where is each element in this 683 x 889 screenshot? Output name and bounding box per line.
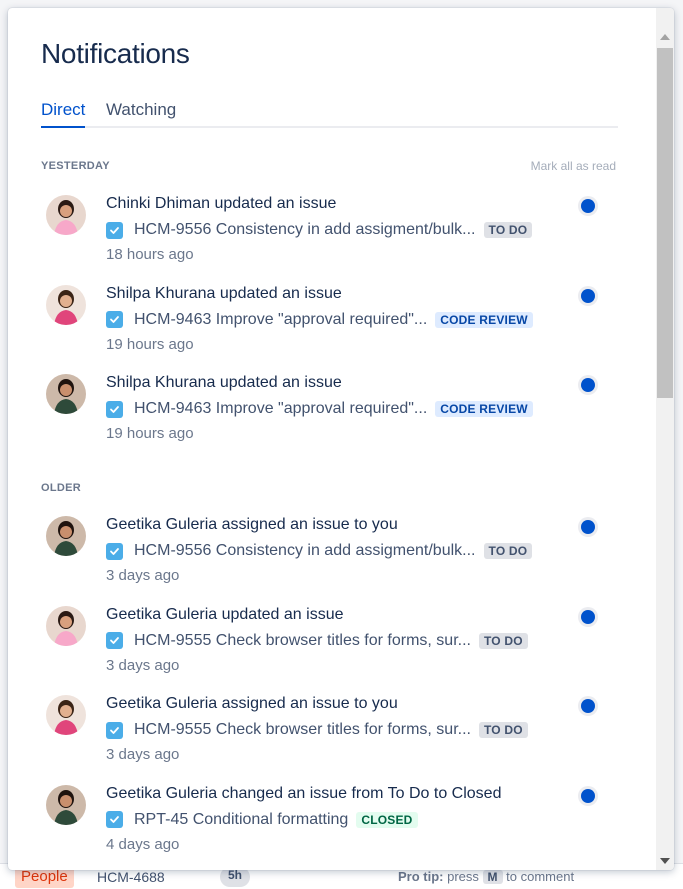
page-title: Notifications <box>41 38 190 69</box>
checkbox-icon <box>106 811 123 828</box>
notification-tabs: Direct Watching <box>41 98 618 128</box>
unread-dot-icon[interactable] <box>581 199 595 213</box>
notification-title[interactable]: Geetika Guleria assigned an issue to you <box>106 695 398 713</box>
notification-time: 3 days ago <box>106 656 180 674</box>
unread-dot-icon[interactable] <box>581 520 595 534</box>
section-label-yesterday: YESTERDAY <box>41 160 110 172</box>
unread-dot-icon[interactable] <box>581 609 595 624</box>
avatar-icon[interactable] <box>46 284 86 325</box>
notification-issue-line[interactable]: HCM-9556 Consistency in add assigment/bu… <box>106 220 533 240</box>
issue-summary[interactable]: HCM-9463 Improve "approval required"... <box>134 400 427 418</box>
avatar-icon[interactable] <box>46 195 86 235</box>
avatar-icon[interactable] <box>46 695 86 735</box>
unread-dot-icon[interactable] <box>581 378 595 392</box>
issue-summary[interactable]: HCM-9556 Consistency in add assigment/bu… <box>134 221 476 239</box>
avatar-icon[interactable] <box>46 605 86 646</box>
notification-title[interactable]: Chinki Dhiman updated an issue <box>106 195 336 213</box>
notification-issue-line[interactable]: HCM-9555 Check browser titles for forms,… <box>106 631 528 651</box>
avatar-icon[interactable] <box>46 516 86 556</box>
notification-item[interactable]: Chinki Dhiman updated an issue HCM-9556 C… <box>8 195 656 275</box>
notification-title[interactable]: Geetika Guleria changed an issue from To… <box>106 785 501 803</box>
checkbox-icon <box>106 632 123 649</box>
issue-summary[interactable]: RPT-45 Conditional formatting <box>134 811 348 829</box>
issue-summary[interactable]: HCM-9555 Check browser titles for forms,… <box>134 632 471 650</box>
notification-issue-line[interactable]: HCM-9555 Check browser titles for forms,… <box>106 720 528 740</box>
issue-summary[interactable]: HCM-9555 Check browser titles for forms,… <box>134 721 471 739</box>
notification-time: 3 days ago <box>106 567 180 584</box>
issue-summary[interactable]: HCM-9463 Improve "approval required"... <box>134 311 427 329</box>
checkbox-icon <box>106 400 123 418</box>
status-badge: TO DO <box>483 543 533 559</box>
issue-summary[interactable]: HCM-9556 Consistency in add assigment/bu… <box>134 542 476 560</box>
tab-watching[interactable]: Watching <box>106 100 176 128</box>
mark-all-read-link[interactable]: Mark all as read <box>531 159 616 173</box>
notification-time: 18 hours ago <box>106 246 194 263</box>
avatar-icon[interactable] <box>46 374 86 414</box>
notification-item[interactable]: Geetika Guleria assigned an issue to you… <box>8 516 656 596</box>
pro-tip: Pro tip: press M to comment <box>398 869 574 884</box>
pro-tip-pre: press <box>447 869 479 884</box>
notification-title[interactable]: Geetika Guleria updated an issue <box>106 606 343 624</box>
notification-time: 19 hours ago <box>106 335 194 353</box>
unread-dot-icon[interactable] <box>581 788 595 803</box>
status-badge: TO DO <box>478 632 528 649</box>
scrollbar-thumb[interactable] <box>657 48 673 398</box>
notification-issue-line[interactable]: HCM-9463 Improve "approval required"... C… <box>106 399 533 419</box>
notification-title[interactable]: Shilpa Khurana updated an issue <box>106 285 342 303</box>
section-label-older: OLDER <box>41 482 81 494</box>
status-badge: TO DO <box>483 222 533 238</box>
notification-item[interactable]: Geetika Guleria assigned an issue to you… <box>8 695 656 775</box>
notification-issue-line[interactable]: HCM-9556 Consistency in add assigment/bu… <box>106 541 533 561</box>
notification-issue-line[interactable]: HCM-9463 Improve "approval required"... C… <box>106 310 533 330</box>
notification-time: 3 days ago <box>106 746 180 763</box>
tab-direct[interactable]: Direct <box>41 100 86 128</box>
unread-dot-icon[interactable] <box>581 288 595 303</box>
checkbox-icon <box>106 311 123 328</box>
notification-item[interactable]: Geetika Guleria changed an issue from To… <box>8 784 656 865</box>
checkbox-icon <box>106 221 123 239</box>
background-issue-key[interactable]: HCM-4688 <box>97 869 165 885</box>
scroll-up-arrow-icon[interactable] <box>660 34 670 40</box>
keyboard-shortcut-key: M <box>482 870 503 884</box>
notification-item[interactable]: Shilpa Khurana updated an issue HCM-9463 … <box>8 284 656 365</box>
unread-dot-icon[interactable] <box>581 699 595 713</box>
status-badge: CODE REVIEW <box>435 311 533 328</box>
status-badge: CODE REVIEW <box>435 401 533 417</box>
status-badge: TO DO <box>478 722 528 738</box>
scroll-down-arrow-icon[interactable] <box>660 858 670 864</box>
notification-title[interactable]: Shilpa Khurana updated an issue <box>106 374 342 392</box>
checkbox-icon <box>106 721 123 739</box>
notification-item[interactable]: Shilpa Khurana updated an issue HCM-9463 … <box>8 374 656 454</box>
notifications-scroll-area[interactable]: Notifications Direct Watching YESTERDAY … <box>8 8 656 870</box>
time-chip: 5h <box>220 867 251 887</box>
notification-issue-line[interactable]: RPT-45 Conditional formatting CLOSED <box>106 810 418 830</box>
scrollbar[interactable] <box>656 8 674 870</box>
notifications-panel: Notifications Direct Watching YESTERDAY … <box>8 8 674 870</box>
pro-tip-post: to comment <box>506 869 575 884</box>
notification-time: 4 days ago <box>106 835 180 853</box>
notification-time: 19 hours ago <box>106 425 194 442</box>
notification-item[interactable]: Geetika Guleria updated an issue HCM-9555… <box>8 605 656 686</box>
pro-tip-label: Pro tip: <box>398 869 444 884</box>
status-badge: CLOSED <box>356 811 418 828</box>
notification-title[interactable]: Geetika Guleria assigned an issue to you <box>106 516 398 534</box>
avatar-icon[interactable] <box>46 784 86 825</box>
checkbox-icon <box>106 542 123 560</box>
